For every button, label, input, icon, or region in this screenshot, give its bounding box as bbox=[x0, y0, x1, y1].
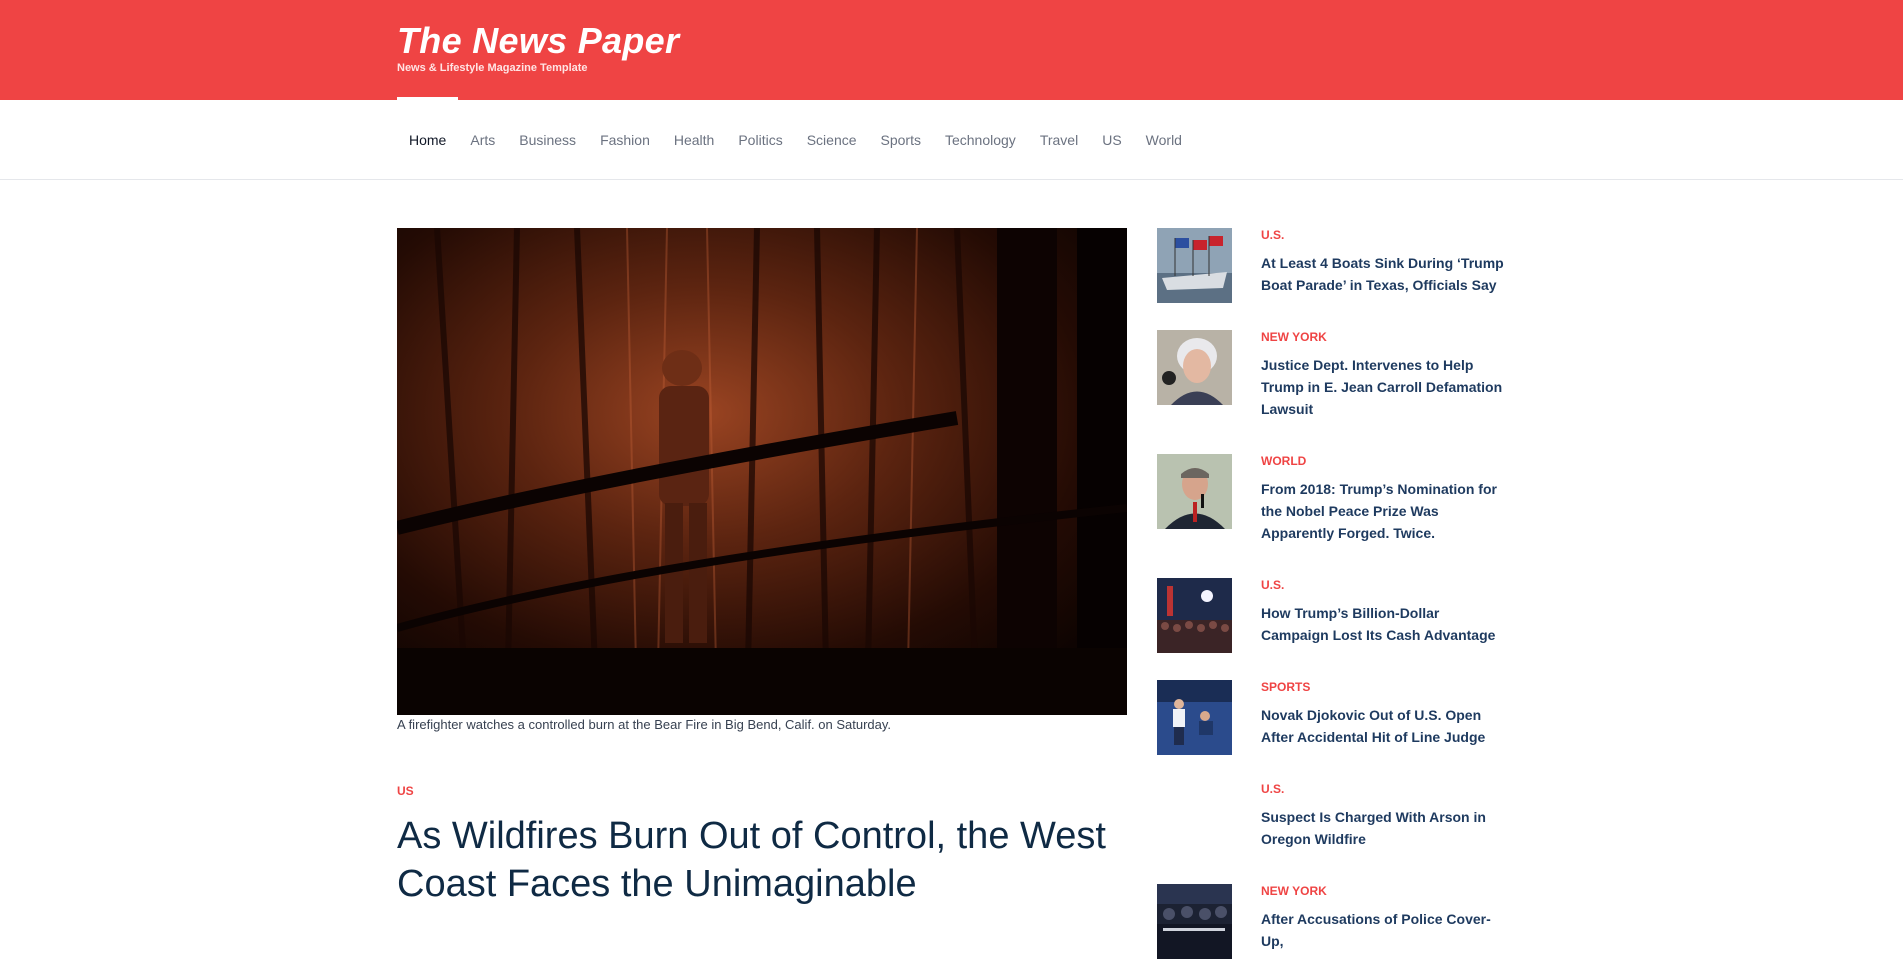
nav-list: Home Arts Business Fashion Health Politi… bbox=[397, 97, 1194, 180]
story-title[interactable]: From 2018: Trump’s Nomination for the No… bbox=[1261, 478, 1507, 544]
story-thumbnail[interactable] bbox=[1157, 228, 1232, 303]
man-speaking-image bbox=[1157, 454, 1232, 529]
main-story-category[interactable]: US bbox=[397, 784, 414, 798]
brand[interactable]: The News Paper News & Lifestyle Magazine… bbox=[397, 20, 679, 74]
story-title[interactable]: Justice Dept. Intervenes to Help Trump i… bbox=[1261, 354, 1507, 420]
story-category[interactable]: WORLD bbox=[1261, 454, 1507, 468]
nav-item-politics[interactable]: Politics bbox=[726, 100, 794, 180]
story-thumbnail[interactable] bbox=[1157, 454, 1232, 529]
hero-image[interactable] bbox=[397, 228, 1127, 715]
nav-item-science[interactable]: Science bbox=[795, 100, 869, 180]
story-thumbnail[interactable] bbox=[1157, 884, 1232, 959]
woman-portrait-image bbox=[1157, 330, 1232, 405]
hero-caption: A firefighter watches a controlled burn … bbox=[397, 717, 892, 732]
story-thumbnail[interactable] bbox=[1157, 330, 1232, 405]
story-category[interactable]: SPORTS bbox=[1261, 680, 1507, 694]
nav-item-sports[interactable]: Sports bbox=[869, 100, 933, 180]
nav-item-health[interactable]: Health bbox=[662, 100, 726, 180]
rally-crowd-image bbox=[1157, 578, 1232, 653]
nav-item-us[interactable]: US bbox=[1090, 100, 1133, 180]
story-title[interactable]: At Least 4 Boats Sink During ‘Trump Boat… bbox=[1261, 252, 1507, 296]
story-title[interactable]: After Accusations of Police Cover-Up, bbox=[1261, 908, 1507, 952]
site-title[interactable]: The News Paper bbox=[397, 20, 679, 62]
main-story-headline[interactable]: As Wildfires Burn Out of Control, the We… bbox=[397, 812, 1117, 908]
story-title[interactable]: Novak Djokovic Out of U.S. Open After Ac… bbox=[1261, 704, 1507, 748]
story-thumbnail[interactable] bbox=[1157, 578, 1232, 653]
nav-item-business[interactable]: Business bbox=[507, 100, 588, 180]
story-category[interactable]: U.S. bbox=[1261, 782, 1507, 796]
nav-item-world[interactable]: World bbox=[1134, 100, 1194, 180]
main-navigation: Home Arts Business Fashion Health Politi… bbox=[0, 97, 1903, 180]
nav-item-home[interactable]: Home bbox=[397, 97, 459, 180]
nav-item-arts[interactable]: Arts bbox=[458, 100, 507, 180]
story-category[interactable]: U.S. bbox=[1261, 578, 1507, 592]
story-category[interactable]: U.S. bbox=[1261, 228, 1507, 242]
police-protest-image bbox=[1157, 884, 1232, 959]
story-thumbnail[interactable] bbox=[1157, 680, 1232, 755]
story-category[interactable]: NEW YORK bbox=[1261, 884, 1507, 898]
story-title[interactable]: Suspect Is Charged With Arson in Oregon … bbox=[1261, 806, 1507, 850]
tennis-court-image bbox=[1157, 680, 1232, 755]
boat-parade-image bbox=[1157, 228, 1232, 303]
nav-item-fashion[interactable]: Fashion bbox=[588, 100, 662, 180]
story-category[interactable]: NEW YORK bbox=[1261, 330, 1507, 344]
nav-item-travel[interactable]: Travel bbox=[1028, 100, 1090, 180]
story-title[interactable]: How Trump’s Billion-Dollar Campaign Lost… bbox=[1261, 602, 1507, 646]
nav-item-technology[interactable]: Technology bbox=[933, 100, 1028, 180]
firefighter-forest-image bbox=[397, 228, 1127, 715]
site-header: The News Paper News & Lifestyle Magazine… bbox=[0, 0, 1903, 100]
site-subtitle: News & Lifestyle Magazine Template bbox=[397, 62, 588, 74]
